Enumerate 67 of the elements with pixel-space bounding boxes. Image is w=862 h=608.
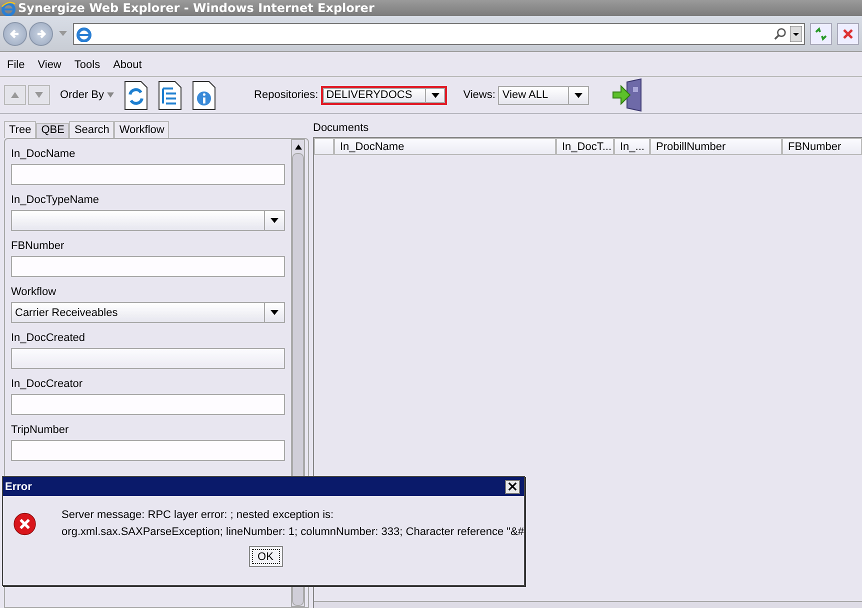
caret-icon bbox=[270, 218, 279, 223]
horizontal-scrollbar[interactable] bbox=[314, 601, 862, 608]
menu-item[interactable]: Tools bbox=[74, 59, 100, 71]
column-header[interactable]: ProbillNumber bbox=[650, 138, 782, 155]
field-label: In_DocCreated bbox=[11, 332, 86, 346]
column-header[interactable]: In_DocName bbox=[334, 138, 556, 155]
caret-icon bbox=[107, 92, 114, 98]
menu-item[interactable]: About bbox=[113, 59, 142, 71]
input-field[interactable] bbox=[11, 256, 285, 277]
browser-logo-icon bbox=[1, 0, 16, 16]
caret-icon bbox=[574, 92, 584, 98]
field-label: In_DocTypeName bbox=[11, 194, 100, 208]
tab[interactable]: Search bbox=[69, 121, 114, 138]
tab[interactable]: Tree bbox=[4, 121, 36, 138]
field-label: In_DocName bbox=[11, 148, 76, 162]
field-label: FBNumber bbox=[11, 240, 66, 254]
date-field[interactable] bbox=[11, 348, 285, 369]
ok-button[interactable]: OK bbox=[248, 546, 282, 567]
refresh-icon bbox=[814, 26, 828, 40]
refresh-document-icon[interactable] bbox=[124, 80, 148, 110]
history-dropdown-icon[interactable] bbox=[59, 30, 67, 36]
address-field[interactable] bbox=[73, 22, 805, 44]
search-icon[interactable] bbox=[774, 27, 787, 40]
caret-icon bbox=[270, 310, 279, 315]
window-title: Synergize Web Explorer - Windows Internet Explorer bbox=[18, 1, 374, 15]
column-header[interactable]: FBNumber bbox=[782, 138, 862, 155]
views-label: Views: bbox=[463, 89, 496, 101]
column-header[interactable]: In_DocT... bbox=[556, 138, 614, 155]
field-label: In_DocCreator bbox=[11, 378, 84, 392]
order-by-button[interactable]: Order By bbox=[60, 89, 114, 101]
row-selector-header bbox=[314, 138, 334, 155]
move-down-button[interactable] bbox=[28, 85, 50, 105]
move-up-button[interactable] bbox=[4, 85, 26, 105]
column-header[interactable]: In_... bbox=[614, 138, 650, 155]
documents-title: Documents bbox=[313, 122, 370, 136]
stop-button[interactable] bbox=[837, 22, 859, 44]
dialog-title: Error bbox=[5, 480, 32, 492]
input-field[interactable] bbox=[11, 394, 285, 415]
back-button[interactable] bbox=[3, 22, 27, 46]
field-label: TripNumber bbox=[11, 424, 70, 438]
tab[interactable]: Workflow bbox=[114, 121, 170, 138]
dropdown-field[interactable] bbox=[11, 210, 285, 231]
input-field[interactable] bbox=[11, 164, 285, 185]
menu-item[interactable]: View bbox=[38, 59, 62, 71]
info-document-icon[interactable] bbox=[192, 80, 216, 110]
forward-button[interactable] bbox=[29, 22, 53, 46]
page-icon bbox=[76, 26, 92, 42]
dropdown-field[interactable]: Carrier Receiveables bbox=[11, 302, 285, 323]
views-dropdown[interactable]: View ALL bbox=[498, 86, 590, 104]
menu-item[interactable]: File bbox=[7, 59, 25, 71]
caret-icon bbox=[431, 92, 440, 98]
address-dropdown-icon[interactable] bbox=[790, 26, 802, 42]
document-list-icon[interactable] bbox=[158, 80, 182, 110]
close-icon bbox=[841, 26, 855, 40]
refresh-button[interactable] bbox=[810, 22, 832, 44]
field-label: Workflow bbox=[11, 286, 58, 300]
close-icon bbox=[508, 482, 517, 491]
repositories-label: Repositories: bbox=[254, 89, 318, 101]
input-field[interactable] bbox=[11, 440, 285, 461]
down-triangle-icon bbox=[35, 92, 43, 98]
tab[interactable]: QBE bbox=[36, 123, 70, 138]
repository-dropdown[interactable]: DELIVERYDOCS bbox=[321, 86, 448, 104]
error-message: Server message: RPC layer error: ; nested exception is: bbox=[62, 509, 335, 521]
scroll-up-icon[interactable] bbox=[294, 144, 302, 150]
up-triangle-icon bbox=[11, 92, 19, 98]
close-button[interactable] bbox=[505, 480, 520, 494]
error-message: org.xml.sax.SAXParseException; lineNumber: 1; columnNumber: 333; Character reference "&# bbox=[62, 526, 524, 538]
